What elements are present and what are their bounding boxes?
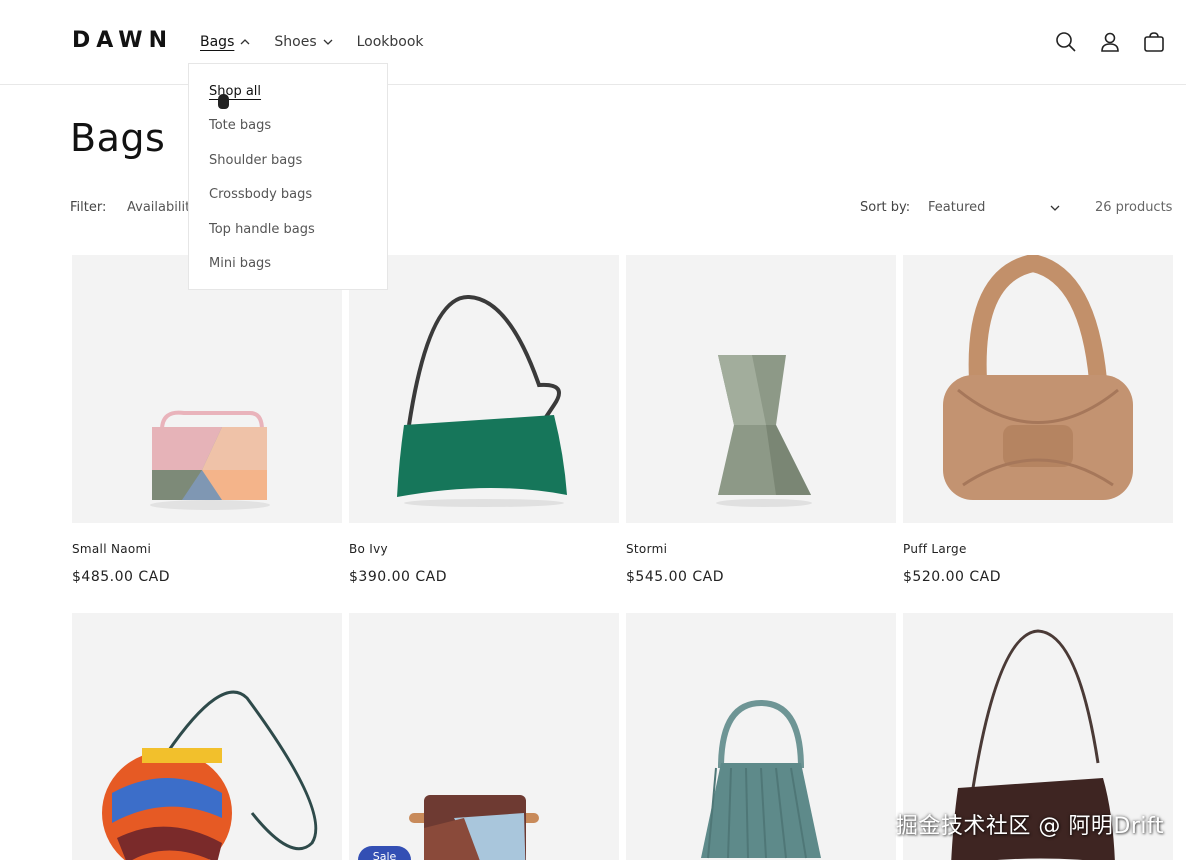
search-icon[interactable] — [1054, 30, 1078, 54]
chevron-up-icon — [240, 39, 250, 45]
dropdown-item-top-handle-bags[interactable]: Top handle bags — [189, 220, 387, 254]
product-price: $545.00 CAD — [626, 569, 724, 585]
product-card[interactable] — [72, 613, 342, 860]
bag-illustration-icon — [716, 355, 812, 507]
product-card[interactable]: Small Naomi $485.00 CAD — [72, 255, 342, 585]
chevron-down-icon — [1050, 205, 1060, 211]
sort-select[interactable]: Featured — [928, 200, 1062, 215]
bag-illustration-icon — [701, 699, 821, 859]
nav-item-label: Lookbook — [356, 34, 424, 50]
product-title[interactable]: Bo Ivy — [349, 542, 619, 556]
product-price: $520.00 CAD — [903, 569, 1001, 585]
dropdown-item-tote-bags[interactable]: Tote bags — [189, 116, 387, 150]
site-header: DAWN Bags Shoes Lookbook — [0, 0, 1186, 85]
filter-label: Filter: — [70, 200, 107, 215]
nav-item-lookbook[interactable]: Lookbook — [357, 33, 424, 51]
mouse-cursor-icon — [218, 94, 229, 109]
product-image[interactable] — [349, 255, 619, 523]
dropdown-item-shoulder-bags[interactable]: Shoulder bags — [189, 151, 387, 185]
bag-illustration-icon — [943, 255, 1133, 500]
sale-badge: Sale — [358, 846, 411, 860]
product-title[interactable]: Stormi — [626, 542, 896, 556]
cart-icon[interactable] — [1142, 30, 1166, 54]
main-nav: Bags Shoes Lookbook — [200, 33, 446, 51]
product-card[interactable] — [626, 613, 896, 860]
product-price: $390.00 CAD — [349, 569, 447, 585]
product-image[interactable] — [903, 255, 1173, 523]
bag-illustration-icon — [150, 410, 270, 510]
product-image[interactable] — [626, 613, 896, 860]
page-title: Bags — [70, 116, 166, 160]
bag-illustration-icon — [397, 294, 567, 507]
product-image[interactable] — [349, 613, 619, 860]
product-card[interactable]: Puff Large $520.00 CAD — [903, 255, 1173, 585]
dropdown-item-crossbody-bags[interactable]: Crossbody bags — [189, 185, 387, 219]
product-count: 26 products — [1095, 200, 1173, 215]
header-icons — [1034, 30, 1166, 54]
product-card[interactable]: Bo Ivy $390.00 CAD — [349, 255, 619, 585]
product-title[interactable]: Small Naomi — [72, 542, 342, 556]
nav-item-label: Bags — [200, 34, 235, 50]
sort-label: Sort by: — [860, 200, 911, 215]
product-card[interactable] — [349, 613, 619, 860]
product-image[interactable] — [626, 255, 896, 523]
account-icon[interactable] — [1098, 30, 1122, 54]
product-price: $485.00 CAD — [72, 569, 170, 585]
nav-item-bags[interactable]: Bags — [200, 33, 252, 51]
chevron-down-icon — [323, 39, 333, 45]
bag-illustration-icon — [102, 690, 318, 860]
product-image[interactable] — [72, 255, 342, 523]
bag-illustration-icon — [409, 795, 539, 860]
product-card[interactable]: Stormi $545.00 CAD — [626, 255, 896, 585]
brand-logo[interactable]: DAWN — [72, 28, 173, 53]
filter-availability[interactable]: Availabilit — [127, 200, 190, 215]
product-title[interactable]: Puff Large — [903, 542, 1173, 556]
nav-item-label: Shoes — [274, 34, 317, 50]
nav-item-shoes[interactable]: Shoes — [274, 33, 334, 51]
dropdown-item-mini-bags[interactable]: Mini bags — [189, 254, 387, 288]
product-image[interactable] — [72, 613, 342, 860]
sort-value: Featured — [928, 200, 986, 215]
watermark-text: 掘金技术社区 @ 阿明Drift — [895, 814, 1164, 839]
